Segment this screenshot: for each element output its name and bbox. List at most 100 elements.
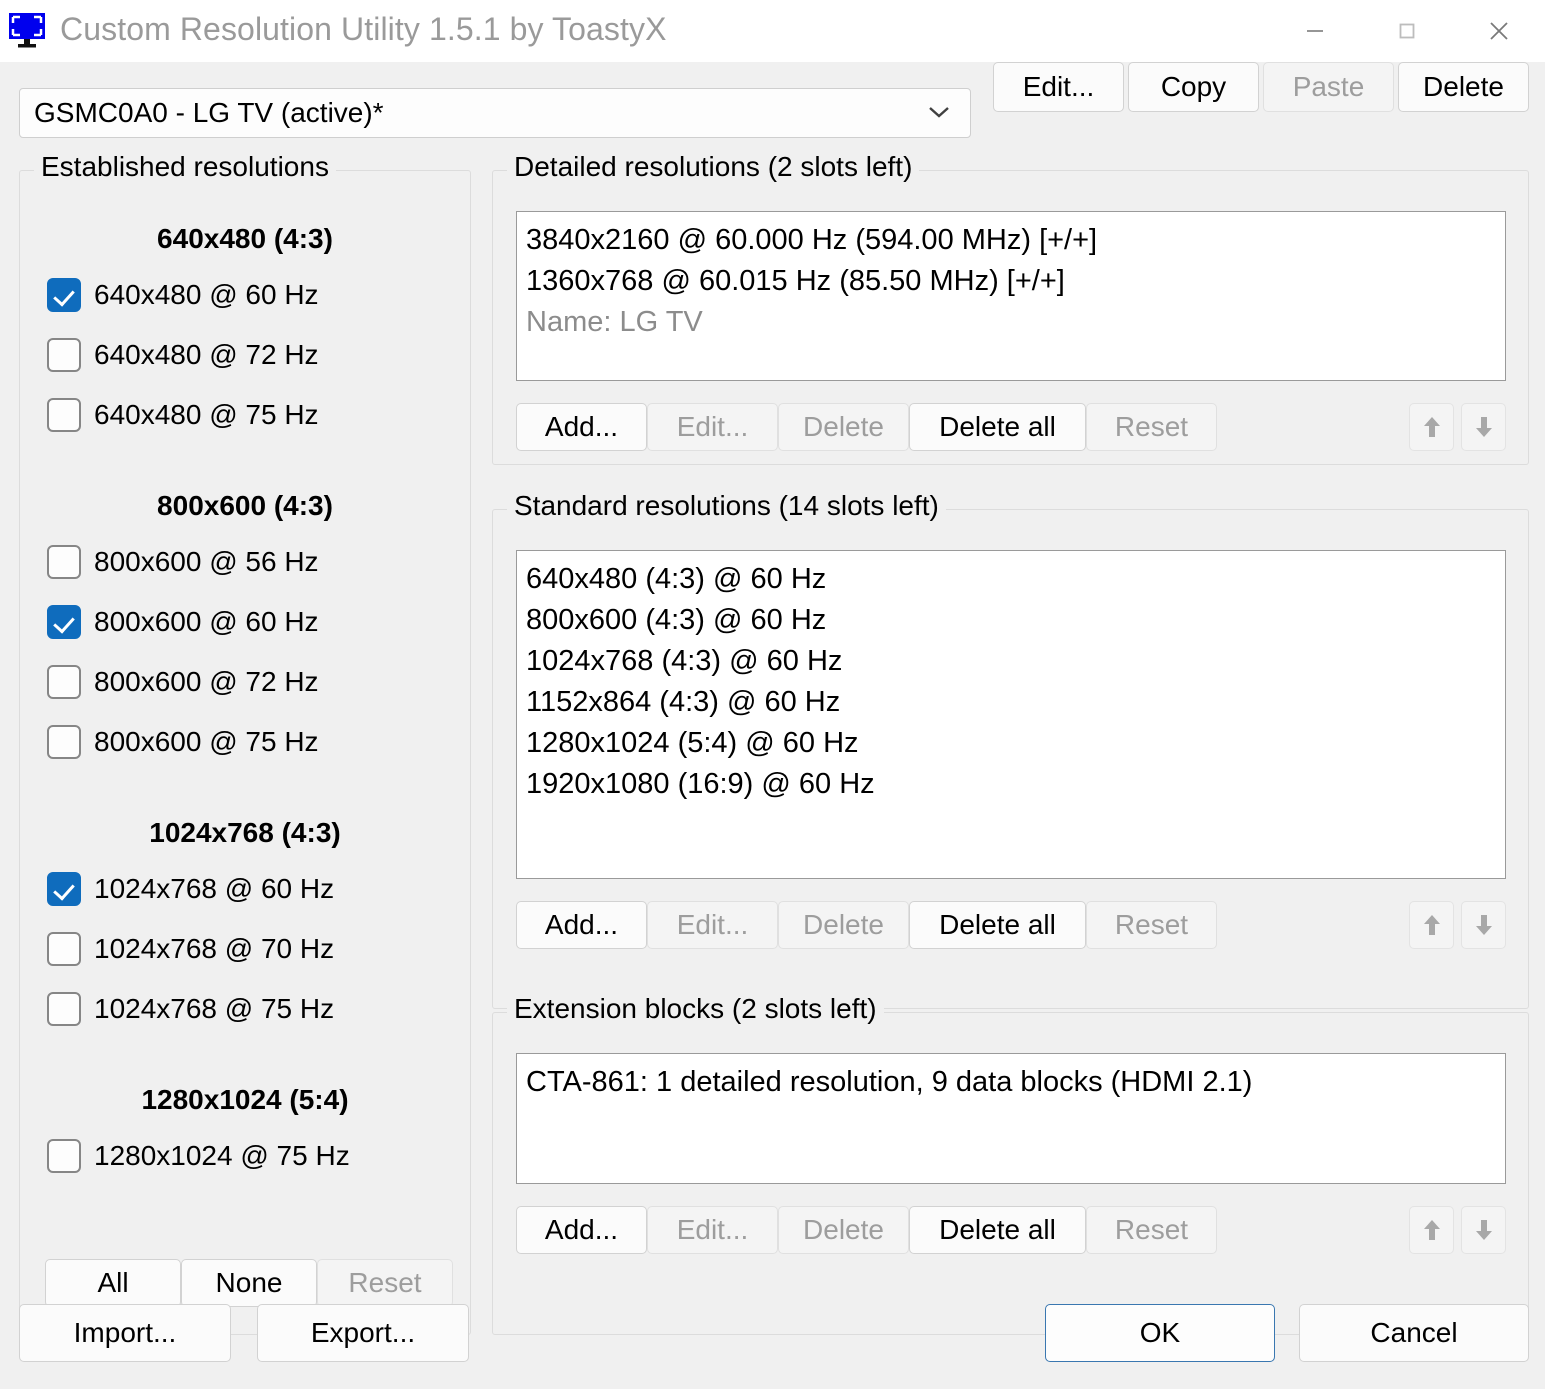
- checkbox-box: [47, 872, 81, 906]
- extension-blocks-listbox[interactable]: CTA-861: 1 detailed resolution, 9 data b…: [516, 1053, 1506, 1184]
- checkbox-label: 1024x768 @ 70 Hz: [94, 933, 334, 965]
- checkbox-box: [47, 545, 81, 579]
- import-button[interactable]: Import...: [19, 1304, 231, 1362]
- established-resolutions-group: Established resolutions 640x480 (4:3) 64…: [19, 170, 471, 1335]
- checkbox-label: 640x480 @ 72 Hz: [94, 339, 319, 371]
- established-checkbox-640x480-75[interactable]: 640x480 @ 75 Hz: [47, 395, 319, 435]
- extension-blocks-legend: Extension blocks (2 slots left): [507, 993, 884, 1025]
- arrow-down-icon[interactable]: [1461, 901, 1506, 949]
- established-checkbox-800x600-72[interactable]: 800x600 @ 72 Hz: [47, 662, 319, 702]
- standard-delete-all-button[interactable]: Delete all: [909, 901, 1086, 949]
- checkbox-label: 800x600 @ 56 Hz: [94, 546, 319, 578]
- list-item[interactable]: 1280x1024 (5:4) @ 60 Hz: [517, 723, 1505, 764]
- extension-blocks-group: Extension blocks (2 slots left) CTA-861:…: [492, 1012, 1529, 1335]
- detailed-delete-button[interactable]: Delete: [778, 403, 909, 451]
- display-selector-combobox[interactable]: GSMC0A0 - LG TV (active)*: [19, 88, 971, 138]
- list-item[interactable]: 800x600 (4:3) @ 60 Hz: [517, 600, 1505, 641]
- established-checkbox-800x600-60[interactable]: 800x600 @ 60 Hz: [47, 602, 319, 642]
- checkbox-box: [47, 605, 81, 639]
- established-checkbox-1024x768-70[interactable]: 1024x768 @ 70 Hz: [47, 929, 334, 969]
- checkbox-box: [47, 725, 81, 759]
- title-bar: Custom Resolution Utility 1.5.1 by Toast…: [0, 0, 1545, 62]
- checkbox-label: 640x480 @ 75 Hz: [94, 399, 319, 431]
- established-checkbox-800x600-56[interactable]: 800x600 @ 56 Hz: [47, 542, 319, 582]
- established-group-title-800: 800x600 (4:3): [20, 490, 470, 522]
- cancel-button[interactable]: Cancel: [1299, 1304, 1529, 1362]
- checkbox-label: 1280x1024 @ 75 Hz: [94, 1140, 350, 1172]
- list-item[interactable]: 1360x768 @ 60.015 Hz (85.50 MHz) [+/+]: [517, 261, 1505, 302]
- established-group-title-1024: 1024x768 (4:3): [20, 817, 470, 849]
- ok-button[interactable]: OK: [1045, 1304, 1275, 1362]
- detailed-edit-button[interactable]: Edit...: [647, 403, 778, 451]
- list-item[interactable]: 3840x2160 @ 60.000 Hz (594.00 MHz) [+/+]: [517, 220, 1505, 261]
- detailed-add-button[interactable]: Add...: [516, 403, 647, 451]
- extension-add-button[interactable]: Add...: [516, 1206, 647, 1254]
- extension-reset-button[interactable]: Reset: [1086, 1206, 1217, 1254]
- detailed-actions: Add... Edit... Delete Delete all Reset: [516, 403, 1506, 451]
- delete-display-button[interactable]: Delete: [1398, 62, 1529, 112]
- standard-resolutions-listbox[interactable]: 640x480 (4:3) @ 60 Hz 800x600 (4:3) @ 60…: [516, 550, 1506, 879]
- checkbox-box: [47, 398, 81, 432]
- established-group-title-640: 640x480 (4:3): [20, 223, 470, 255]
- checkbox-label: 1024x768 @ 60 Hz: [94, 873, 334, 905]
- detailed-reset-button[interactable]: Reset: [1086, 403, 1217, 451]
- checkbox-box: [47, 338, 81, 372]
- edit-display-button[interactable]: Edit...: [993, 62, 1124, 112]
- checkbox-box: [47, 278, 81, 312]
- arrow-up-icon[interactable]: [1409, 403, 1454, 451]
- list-item[interactable]: 1024x768 (4:3) @ 60 Hz: [517, 641, 1505, 682]
- standard-delete-button[interactable]: Delete: [778, 901, 909, 949]
- standard-reset-button[interactable]: Reset: [1086, 901, 1217, 949]
- standard-resolutions-legend: Standard resolutions (14 slots left): [507, 490, 946, 522]
- established-checkbox-1280x1024-75[interactable]: 1280x1024 @ 75 Hz: [47, 1136, 350, 1176]
- close-icon[interactable]: [1453, 0, 1545, 62]
- checkbox-box: [47, 1139, 81, 1173]
- copy-display-button[interactable]: Copy: [1128, 62, 1259, 112]
- arrow-down-icon[interactable]: [1461, 403, 1506, 451]
- display-selector-value: GSMC0A0 - LG TV (active)*: [20, 97, 384, 129]
- monitor-icon: [8, 12, 46, 48]
- list-item[interactable]: Name: LG TV: [517, 302, 1505, 343]
- maximize-icon[interactable]: [1361, 0, 1453, 62]
- standard-edit-button[interactable]: Edit...: [647, 901, 778, 949]
- detailed-resolutions-group: Detailed resolutions (2 slots left) 3840…: [492, 170, 1529, 465]
- chevron-down-icon: [924, 102, 954, 127]
- checkbox-box: [47, 932, 81, 966]
- established-resolutions-legend: Established resolutions: [34, 151, 336, 183]
- established-checkbox-640x480-60[interactable]: 640x480 @ 60 Hz: [47, 275, 319, 315]
- paste-display-button[interactable]: Paste: [1263, 62, 1394, 112]
- client-area: GSMC0A0 - LG TV (active)* Edit... Copy P…: [0, 62, 1545, 1389]
- detailed-resolutions-legend: Detailed resolutions (2 slots left): [507, 151, 919, 183]
- standard-resolutions-group: Standard resolutions (14 slots left) 640…: [492, 509, 1529, 1009]
- list-item[interactable]: 1920x1080 (16:9) @ 60 Hz: [517, 764, 1505, 805]
- standard-actions: Add... Edit... Delete Delete all Reset: [516, 901, 1506, 949]
- extension-delete-all-button[interactable]: Delete all: [909, 1206, 1086, 1254]
- arrow-down-icon[interactable]: [1461, 1206, 1506, 1254]
- checkbox-label: 800x600 @ 60 Hz: [94, 606, 319, 638]
- established-group-title-1280: 1280x1024 (5:4): [20, 1084, 470, 1116]
- checkbox-box: [47, 992, 81, 1026]
- list-item[interactable]: 640x480 (4:3) @ 60 Hz: [517, 559, 1505, 600]
- extension-delete-button[interactable]: Delete: [778, 1206, 909, 1254]
- list-item[interactable]: CTA-861: 1 detailed resolution, 9 data b…: [517, 1062, 1505, 1103]
- minimize-icon[interactable]: [1269, 0, 1361, 62]
- detailed-delete-all-button[interactable]: Delete all: [909, 403, 1086, 451]
- list-item[interactable]: 1152x864 (4:3) @ 60 Hz: [517, 682, 1505, 723]
- detailed-resolutions-listbox[interactable]: 3840x2160 @ 60.000 Hz (594.00 MHz) [+/+]…: [516, 211, 1506, 381]
- checkbox-label: 1024x768 @ 75 Hz: [94, 993, 334, 1025]
- standard-add-button[interactable]: Add...: [516, 901, 647, 949]
- established-checkbox-640x480-72[interactable]: 640x480 @ 72 Hz: [47, 335, 319, 375]
- established-checkbox-800x600-75[interactable]: 800x600 @ 75 Hz: [47, 722, 319, 762]
- arrow-up-icon[interactable]: [1409, 1206, 1454, 1254]
- checkbox-label: 800x600 @ 72 Hz: [94, 666, 319, 698]
- select-none-button[interactable]: None: [181, 1259, 317, 1307]
- established-checkbox-1024x768-60[interactable]: 1024x768 @ 60 Hz: [47, 869, 334, 909]
- checkbox-label: 640x480 @ 60 Hz: [94, 279, 319, 311]
- established-checkbox-1024x768-75[interactable]: 1024x768 @ 75 Hz: [47, 989, 334, 1029]
- reset-established-button[interactable]: Reset: [317, 1259, 453, 1307]
- extension-edit-button[interactable]: Edit...: [647, 1206, 778, 1254]
- extension-actions: Add... Edit... Delete Delete all Reset: [516, 1206, 1506, 1254]
- arrow-up-icon[interactable]: [1409, 901, 1454, 949]
- select-all-button[interactable]: All: [45, 1259, 181, 1307]
- export-button[interactable]: Export...: [257, 1304, 469, 1362]
